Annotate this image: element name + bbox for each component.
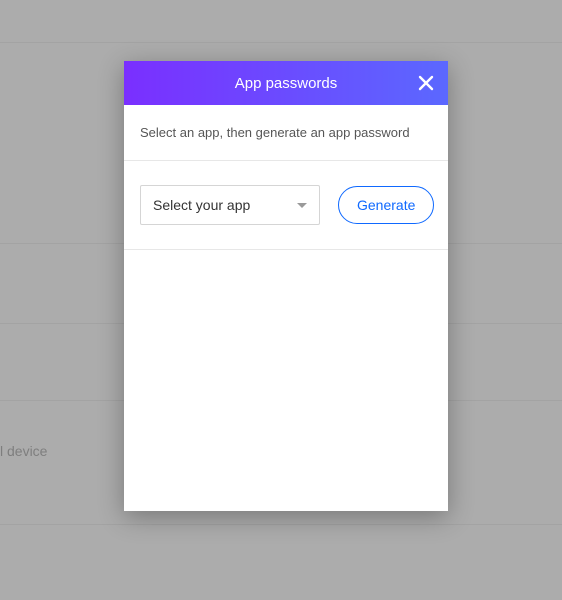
modal-title: App passwords [235,75,338,92]
modal-header: App passwords [124,61,448,105]
generate-button-label: Generate [357,197,415,213]
generate-button[interactable]: Generate [338,186,434,224]
app-select-label: Select your app [153,197,250,213]
instruction-text: Select an app, then generate an app pass… [124,105,448,161]
app-passwords-modal: App passwords Select an app, then genera… [124,61,448,511]
close-icon [418,75,434,91]
controls-row: Select your app Generate [124,161,448,250]
chevron-down-icon [297,203,307,208]
app-select[interactable]: Select your app [140,185,320,225]
close-button[interactable] [412,69,440,97]
